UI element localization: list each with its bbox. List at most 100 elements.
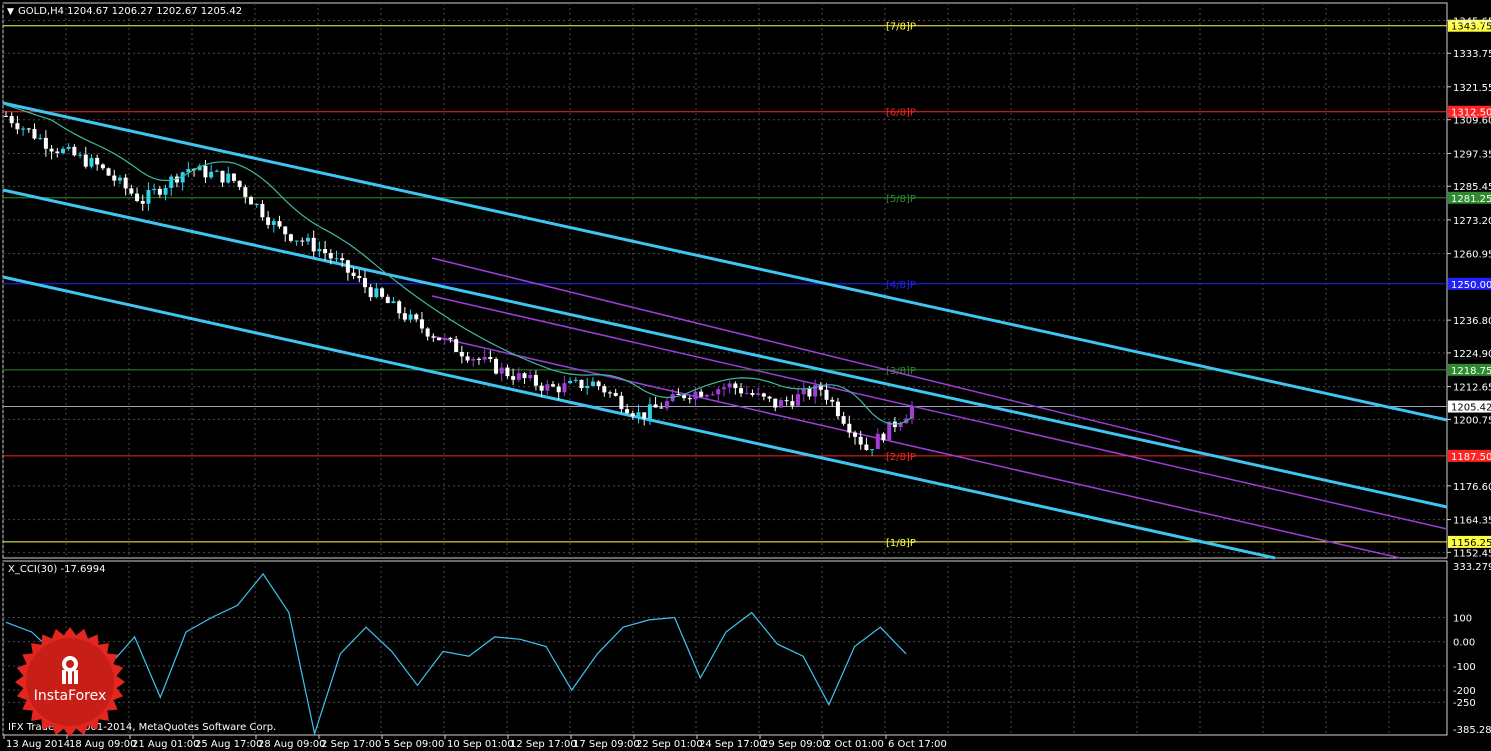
candle-body (636, 412, 641, 417)
candle-body (590, 381, 595, 386)
candle-body (721, 387, 726, 390)
candle-body (117, 177, 122, 181)
cci-tick-label: -100 (1453, 662, 1476, 673)
time-tick-label: 13 Aug 2014 (6, 739, 70, 750)
candle-body (345, 260, 350, 273)
candle-body (659, 407, 664, 409)
candle-body (288, 234, 293, 241)
cci-bottom-value: -385.2823 (1453, 725, 1491, 736)
candle-body (277, 221, 282, 227)
cci-tick-label: 0.00 (1453, 638, 1475, 649)
candle-body (545, 384, 550, 391)
candle-body (300, 240, 305, 242)
time-tick-label: 18 Aug 09:00 (69, 739, 136, 750)
candle-body (419, 319, 424, 329)
candle-body (511, 376, 516, 380)
murrey-levels: [7/8]P 1343.75[6/8]P 1312.50[5/8]P 1281.25[… (3, 19, 1491, 549)
candle-body (647, 404, 652, 419)
time-tick-label: 12 Sep 17:00 (510, 739, 577, 750)
instaforex-logo: InstaForex (14, 626, 126, 738)
candle-body (408, 314, 413, 320)
candle-body (533, 374, 538, 386)
candle-body (539, 385, 544, 391)
cci-tick-label: 100 (1453, 613, 1472, 624)
chart-title: GOLD,H4 1204.67 1206.27 1202.67 1205.42 (18, 6, 242, 17)
price-tick-label: 1321.55 (1453, 83, 1491, 94)
time-tick-label: 25 Aug 17:00 (195, 739, 262, 750)
candle-body (568, 380, 573, 384)
purple-channel-middle (431, 295, 1448, 530)
candle-body (522, 373, 527, 379)
price-tick-label: 1285.45 (1453, 182, 1491, 193)
candle-body (676, 393, 681, 395)
candle-body (454, 339, 459, 352)
murrey-label: [6/8]P (886, 108, 916, 119)
candle-body (516, 373, 521, 380)
candle-body (773, 398, 778, 408)
candle-body (157, 188, 162, 195)
current-price-label: 1205.42 (1451, 403, 1491, 414)
candle-body (78, 154, 83, 156)
candle-body (140, 201, 145, 204)
candle-body (323, 248, 328, 254)
price-tick-label: 1309.60 (1453, 116, 1491, 127)
candle-body (254, 203, 259, 205)
candle-body (602, 386, 607, 393)
candle-body (83, 154, 88, 167)
candle-body (357, 275, 362, 279)
candle-body (9, 116, 14, 124)
time-tick-label: 5 Sep 09:00 (384, 739, 444, 750)
candle-body (106, 168, 111, 176)
time-tick-label: 2 Sep 17:00 (321, 739, 381, 750)
candle-body (43, 137, 48, 149)
candle-body (630, 413, 635, 417)
candle-body (60, 148, 65, 153)
candle-body (482, 357, 487, 360)
candle-body (875, 433, 880, 450)
candle-body (260, 203, 265, 218)
candle-body (716, 389, 721, 395)
candle-body (562, 383, 567, 393)
candle-body (847, 423, 852, 433)
candle-body (727, 383, 732, 388)
cci-tick-label: -250 (1453, 698, 1476, 709)
time-tick-label: 10 Sep 01:00 (447, 739, 514, 750)
candle-body (761, 393, 766, 397)
candle-body (585, 385, 590, 389)
candle-body (4, 115, 8, 117)
candle-body (340, 258, 345, 261)
candle-body (551, 384, 556, 387)
candle-body (488, 357, 493, 359)
candle-body (505, 367, 510, 377)
murrey-label: [1/8]P (886, 538, 916, 549)
price-tick-label: 1164.35 (1453, 516, 1491, 527)
title-arrow[interactable]: ▼ (7, 7, 14, 17)
candle-body (112, 175, 117, 181)
time-tick-label: 21 Aug 01:00 (132, 739, 199, 750)
candle-body (380, 288, 385, 297)
candle-body (249, 196, 254, 205)
candle-body (613, 392, 618, 396)
candle-body (283, 226, 288, 235)
candle-body (864, 444, 869, 451)
candle-body (596, 381, 601, 387)
cci-line (5, 572, 907, 737)
candle-body (294, 240, 299, 242)
candle-body (214, 170, 219, 172)
candle-body (38, 137, 43, 139)
candle-body (152, 188, 157, 190)
candle-body (203, 165, 208, 178)
candle-body (431, 336, 436, 338)
candle-body (414, 314, 419, 320)
candle-body (66, 146, 71, 149)
grid (2, 3, 1447, 735)
candle-body (231, 173, 236, 181)
cci-title: X_CCI(30) -17.6994 (8, 564, 105, 575)
candle-body (608, 392, 612, 394)
candle-body (465, 356, 470, 361)
candle-body (226, 173, 231, 183)
candle-body (704, 394, 709, 397)
candle-body (49, 148, 54, 152)
murrey-price-label: 1281.25 (1451, 194, 1491, 205)
candle-body (146, 189, 151, 204)
